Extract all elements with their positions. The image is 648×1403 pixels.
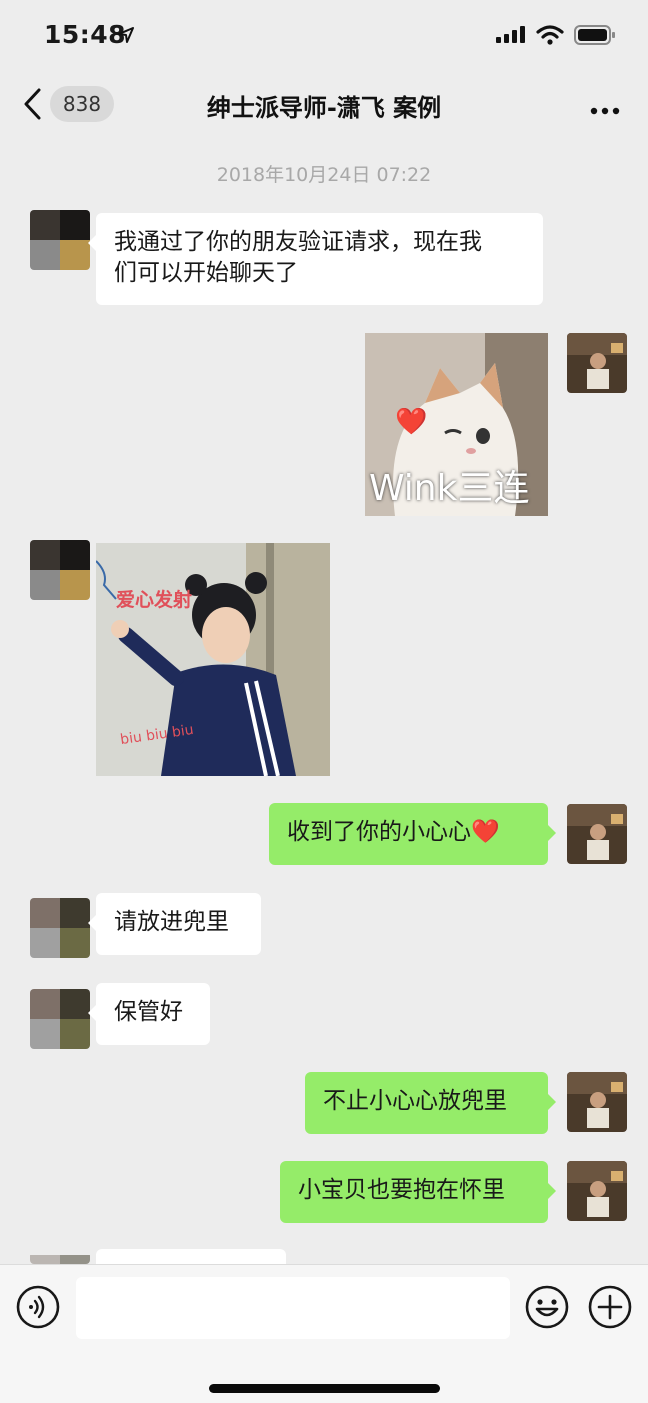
emoji-button[interactable]	[525, 1285, 569, 1333]
heart-emoji: ❤️	[471, 819, 500, 845]
message-text: 请放进兜里	[114, 909, 229, 935]
heart-emoji: ❤️	[395, 407, 428, 437]
self-avatar[interactable]	[567, 804, 627, 864]
message-text: 小宝贝也要抱在怀里	[298, 1177, 505, 1203]
signal-icon	[496, 26, 525, 43]
voice-icon	[16, 1285, 60, 1329]
plus-button[interactable]	[588, 1285, 632, 1333]
message-text: 不止小心心放兜里	[323, 1088, 507, 1114]
sticker-caption: 爱心发射	[116, 589, 193, 611]
chat-title: 绅士派导师-潇飞 案例	[206, 94, 442, 122]
message-bubble[interactable]: 请放进兜里	[88, 893, 261, 955]
emoji-icon	[525, 1285, 569, 1329]
cat-wink-sticker[interactable]: ❤️ Wink三连	[365, 333, 548, 516]
plus-icon	[588, 1285, 632, 1329]
girl-heart-sticker[interactable]: 爱心发射 biu biu biu	[96, 543, 330, 776]
chat-timestamp: 2018年10月24日 07:22	[216, 164, 432, 186]
status-bar: 15:48	[0, 0, 648, 70]
home-indicator	[209, 1384, 440, 1393]
wifi-icon	[536, 25, 564, 45]
message-text: 我通过了你的朋友验证请求，现在我	[114, 229, 482, 255]
battery-icon	[574, 25, 615, 45]
voice-button[interactable]	[16, 1285, 60, 1333]
message-bubble[interactable]: 保管好	[88, 983, 210, 1045]
nav-bar: 838 绅士派导师-潇飞 案例	[0, 70, 648, 138]
status-icons	[496, 24, 616, 46]
message-input[interactable]	[76, 1277, 510, 1339]
message-text: 收到了你的小心心	[287, 819, 471, 845]
self-avatar[interactable]	[567, 333, 627, 393]
message-bubble[interactable]: 小宝贝也要抱在怀里	[280, 1161, 556, 1223]
contact-avatar[interactable]	[30, 989, 90, 1049]
self-avatar[interactable]	[567, 1072, 627, 1132]
message-bubble[interactable]: 我通过了你的朋友验证请求，现在我 们可以开始聊天了	[88, 213, 543, 305]
more-button[interactable]	[590, 100, 620, 119]
contact-avatar[interactable]	[30, 540, 90, 600]
self-avatar[interactable]	[567, 1161, 627, 1221]
message-text: 保管好	[114, 999, 183, 1025]
contact-avatar[interactable]	[30, 898, 90, 958]
input-bar	[0, 1264, 648, 1403]
message-bubble[interactable]: 收到了你的小心心❤️	[269, 803, 556, 865]
message-bubble[interactable]: 不止小心心放兜里	[305, 1072, 556, 1134]
message-text: 们可以开始聊天了	[114, 260, 298, 286]
contact-avatar	[30, 1252, 90, 1264]
location-arrow-icon	[118, 27, 134, 43]
contact-avatar[interactable]	[30, 210, 90, 270]
more-dots-icon	[590, 107, 620, 115]
status-time: 15:48	[44, 20, 127, 49]
message-bubble	[96, 1249, 286, 1264]
sticker-caption: Wink三连	[369, 468, 530, 509]
